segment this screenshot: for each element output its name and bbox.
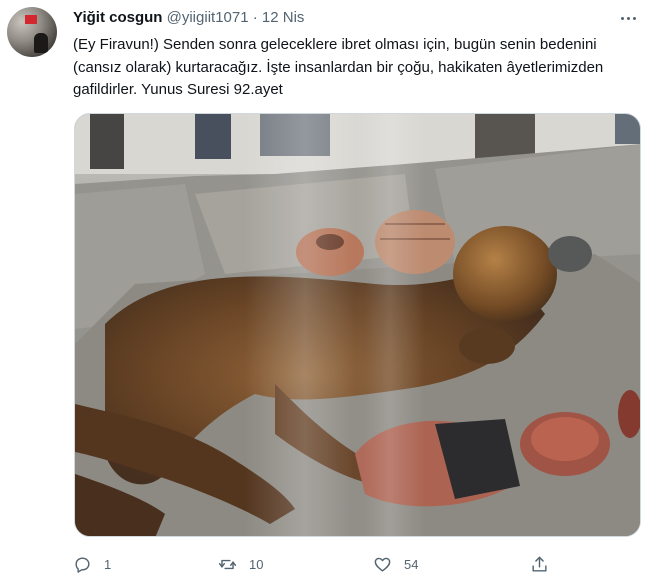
tweet-text: (Ey Firavun!) Senden sonra geleceklere i… <box>73 34 633 102</box>
more-horizontal-icon[interactable] <box>617 8 639 28</box>
avatar-figure <box>34 33 48 53</box>
tweet-photo[interactable] <box>74 113 641 537</box>
tweet-date[interactable]: 12 Nis <box>262 9 305 26</box>
avatar-flag <box>25 15 37 24</box>
retweet-icon <box>218 559 237 569</box>
like-count: 54 <box>404 556 419 572</box>
tweet-actions: 1 10 54 <box>73 553 563 575</box>
avatar[interactable] <box>7 7 57 57</box>
reply-count: 1 <box>104 556 112 572</box>
reply-icon <box>75 556 90 573</box>
author-name[interactable]: Yiğit cosgun <box>73 9 162 26</box>
author-handle[interactable]: @yiigiit1071 <box>167 9 249 26</box>
separator: · <box>252 9 258 26</box>
tweet-text-body: (Ey Firavun!) Senden sonra geleceklere i… <box>73 36 604 98</box>
retweet-count: 10 <box>249 556 264 572</box>
tweet-header: Yiğit cosgun @yiigiit1071 · 12 Nis <box>73 8 304 28</box>
share-icon <box>532 556 547 572</box>
share-button[interactable] <box>530 553 549 575</box>
retweet-button[interactable]: 10 <box>218 553 263 575</box>
heart-icon <box>374 557 391 572</box>
like-button[interactable]: 54 <box>373 553 418 575</box>
mummy-photo <box>75 114 640 536</box>
tweet: Yiğit cosgun @yiigiit1071 · 12 Nis (Ey F… <box>0 0 653 583</box>
reply-button[interactable]: 1 <box>73 553 111 575</box>
